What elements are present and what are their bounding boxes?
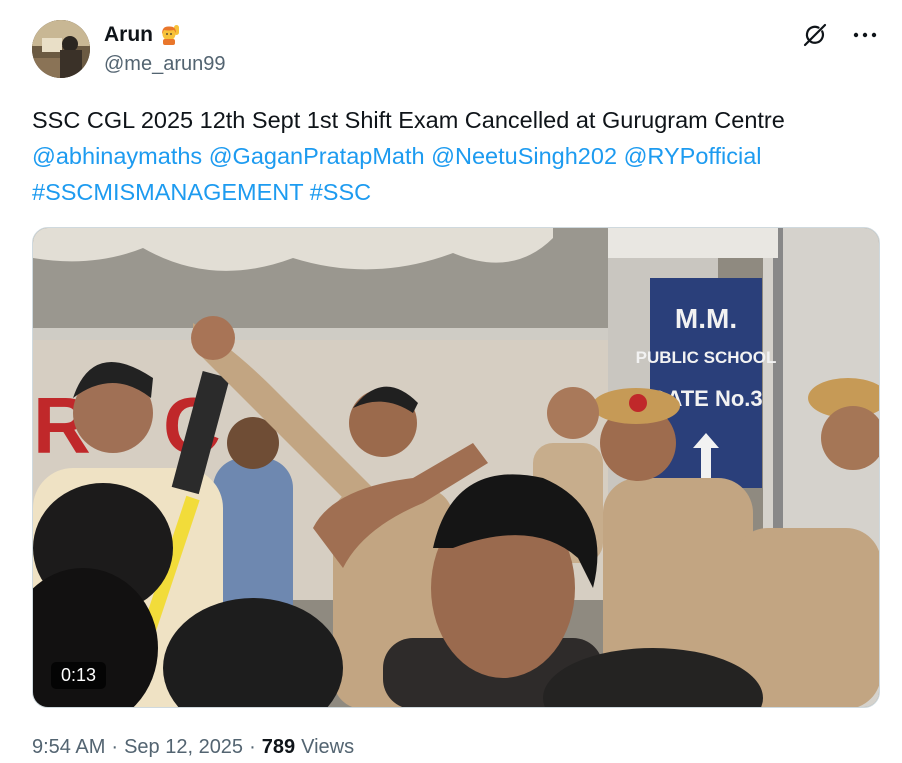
avatar[interactable]: [32, 20, 90, 78]
raising-hand-emoji-icon: [159, 24, 181, 46]
hashtags-line: #SSCMISMANAGEMENT #SSC: [32, 174, 872, 210]
tweet-time[interactable]: 9:54 AM: [32, 736, 105, 759]
video-player[interactable]: R C M.M. PUBLIC SCHOOL GATE No.3: [32, 227, 880, 708]
hashtag-link[interactable]: #SSCMISMANAGEMENT: [32, 179, 303, 205]
tweet-date[interactable]: Sep 12, 2025: [124, 736, 243, 759]
mention-link[interactable]: @NeetuSingh202: [431, 143, 617, 169]
views-label: Views: [301, 736, 355, 758]
mention-link[interactable]: @abhinaymaths: [32, 143, 202, 169]
video-duration: 0:13: [51, 662, 107, 689]
meta-separator: ·: [249, 736, 256, 758]
author-name[interactable]: Arun: [104, 23, 153, 47]
grok-icon[interactable]: [802, 22, 828, 48]
meta-separator: ·: [111, 736, 119, 758]
tweet-text: SSC CGL 2025 12th Sept 1st Shift Exam Ca…: [32, 102, 872, 210]
sign-text-1: M.M.: [675, 303, 737, 334]
mention-link[interactable]: @RYPofficial: [624, 143, 762, 169]
author-handle[interactable]: @me_arun99: [104, 53, 225, 76]
views-count: 789: [261, 736, 296, 758]
tweet-body: SSC CGL 2025 12th Sept 1st Shift Exam Ca…: [32, 107, 785, 133]
tweet-meta: 9:54 AM · Sep 12, 2025 · 789 Views: [32, 736, 354, 759]
mention-link[interactable]: @GaganPratapMath: [209, 143, 425, 169]
more-icon[interactable]: [852, 22, 878, 48]
sign-text-2: PUBLIC SCHOOL: [636, 348, 777, 367]
author-block: Arun @me_arun99: [104, 22, 225, 76]
hashtag-link[interactable]: #SSC: [310, 179, 371, 205]
mentions-line: @abhinaymaths @GaganPratapMath @NeetuSin…: [32, 138, 872, 174]
